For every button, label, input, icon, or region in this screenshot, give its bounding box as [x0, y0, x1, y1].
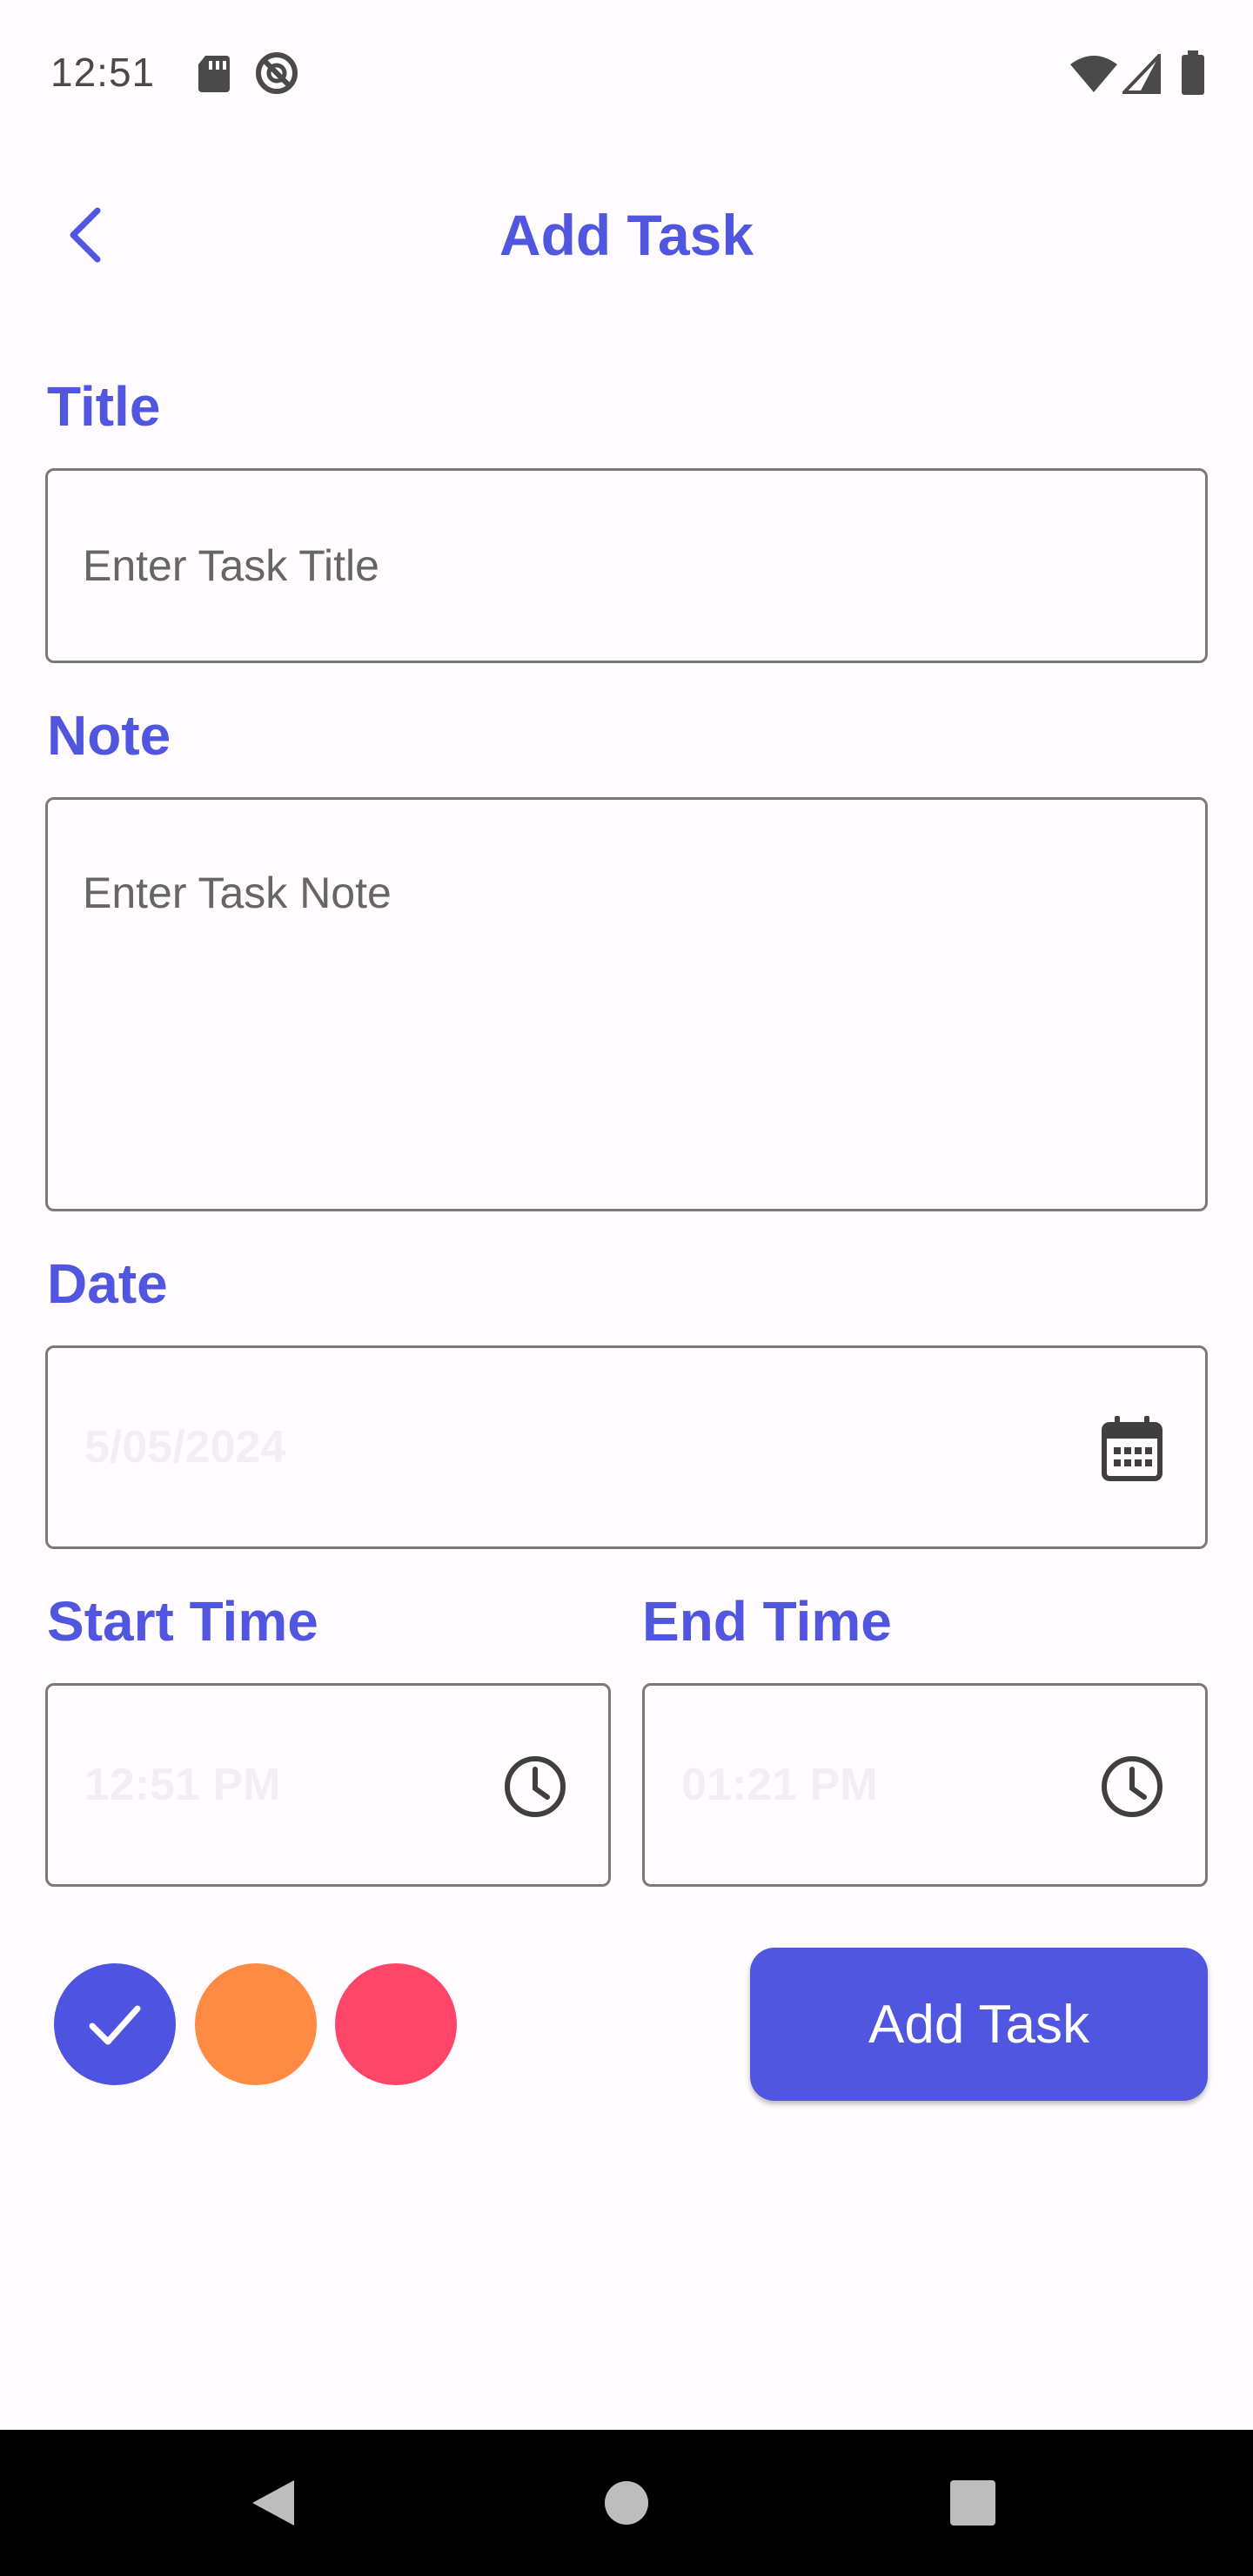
back-triangle-icon[interactable] — [249, 2477, 298, 2533]
navigation-bar — [0, 2430, 1253, 2576]
signal-icon — [1120, 51, 1161, 98]
color-option-orange[interactable] — [195, 1963, 317, 2085]
home-circle-icon[interactable] — [604, 2480, 649, 2530]
end-time-value: 01:21 PM — [681, 1760, 878, 1810]
title-input[interactable] — [48, 471, 1205, 661]
page-title: Add Task — [499, 203, 754, 267]
color-option-blue[interactable] — [54, 1963, 176, 2085]
date-field[interactable]: 5/05/2024 — [45, 1345, 1208, 1549]
date-label: Date — [47, 1252, 168, 1315]
note-field — [45, 797, 1208, 1211]
note-input[interactable] — [48, 800, 1205, 1209]
sd-card-icon — [197, 54, 231, 98]
add-task-button[interactable]: Add Task — [750, 1948, 1208, 2101]
start-time-field[interactable]: 12:51 PM — [45, 1683, 611, 1887]
recents-square-icon[interactable] — [950, 2480, 995, 2530]
battery-icon — [1180, 50, 1206, 100]
note-label: Note — [47, 704, 171, 767]
title-label: Title — [47, 375, 161, 438]
date-value: 5/05/2024 — [84, 1422, 286, 1472]
status-bar: 12:51 — [0, 0, 1253, 148]
clock-icon[interactable] — [1097, 1752, 1167, 1821]
color-option-pink[interactable] — [335, 1963, 457, 2085]
end-time-field[interactable]: 01:21 PM — [642, 1683, 1208, 1887]
wifi-icon — [1069, 54, 1119, 98]
start-time-label: Start Time — [47, 1590, 318, 1653]
end-time-label: End Time — [642, 1590, 892, 1653]
calendar-icon[interactable] — [1097, 1414, 1167, 1484]
app-bar: Add Task — [0, 174, 1253, 296]
add-task-screen: 12:51 Add Task Title Note — [0, 0, 1253, 2576]
clock-icon[interactable] — [500, 1752, 570, 1821]
status-time: 12:51 — [50, 50, 156, 95]
title-field — [45, 468, 1208, 663]
check-icon — [85, 1995, 144, 2058]
do-not-disturb-icon — [254, 50, 299, 100]
start-time-value: 12:51 PM — [84, 1760, 281, 1810]
